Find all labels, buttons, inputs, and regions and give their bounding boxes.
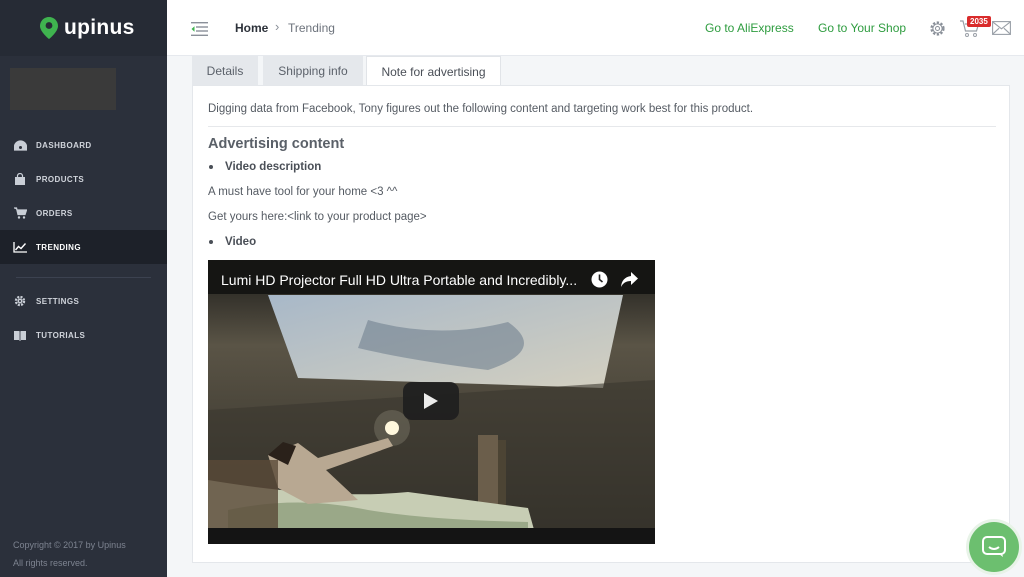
intro-text: Digging data from Facebook, Tony figures… (208, 103, 754, 115)
sidebar-item-orders[interactable]: ORDERS (0, 196, 167, 230)
location-pin-icon (40, 17, 58, 39)
sidebar: upinus DASHBOARD PRODUCTS ORDERS TRENDIN… (0, 0, 167, 577)
sidebar-item-label: TUTORIALS (36, 330, 86, 340)
mail-icon[interactable] (992, 21, 1011, 35)
tab-shipping-info[interactable]: Shipping info (263, 56, 363, 85)
description-line: Get yours here:<link to your product pag… (208, 211, 427, 223)
sidebar-item-label: PRODUCTS (36, 174, 85, 184)
clock-icon[interactable] (591, 271, 608, 288)
sidebar-nav: DASHBOARD PRODUCTS ORDERS TRENDING SETTI… (0, 128, 167, 352)
tab-note-for-advertising[interactable]: Note for advertising (366, 56, 501, 86)
settings-gear-icon[interactable] (929, 20, 946, 37)
go-to-aliexpress-link[interactable]: Go to AliExpress (705, 21, 794, 35)
share-icon[interactable] (621, 272, 638, 287)
breadcrumb-home[interactable]: Home (235, 21, 268, 35)
sidebar-item-label: SETTINGS (36, 296, 80, 306)
go-to-shop-link[interactable]: Go to Your Shop (818, 21, 906, 35)
sidebar-item-label: TRENDING (36, 242, 81, 252)
brand-name: upinus (64, 16, 135, 39)
bullet-label: Video (225, 236, 257, 248)
top-bar: Home › Trending Go to AliExpress Go to Y… (167, 0, 1024, 56)
tab-label: Shipping info (278, 63, 348, 78)
gear-icon (13, 295, 27, 307)
advertising-note-panel: Digging data from Facebook, Tony figures… (192, 85, 1010, 563)
tab-label: Details (206, 63, 244, 78)
description-line: A must have tool for your home <3 ^^ (208, 186, 398, 198)
sidebar-divider (16, 277, 151, 278)
bullet-label: Video description (225, 161, 322, 173)
dashboard-icon (13, 139, 27, 151)
rights-line: All rights reserved. (13, 558, 88, 568)
video-title[interactable]: Lumi HD Projector Full HD Ultra Portable… (221, 272, 577, 288)
play-button[interactable] (403, 382, 459, 420)
copyright-line: Copyright © 2017 by Upinus (13, 540, 126, 550)
menu-toggle-icon[interactable] (191, 22, 208, 36)
play-icon (424, 393, 438, 409)
list-item: Video (208, 236, 256, 248)
tab-details[interactable]: Details (192, 56, 258, 85)
content-divider (208, 126, 996, 127)
chat-icon (982, 536, 1006, 557)
sidebar-item-trending[interactable]: TRENDING (0, 230, 167, 264)
bullet-dot (209, 165, 213, 169)
list-item: Video description (208, 161, 321, 173)
copyright: Copyright © 2017 by Upinus All rights re… (13, 536, 126, 572)
chat-button[interactable] (969, 522, 1019, 572)
sidebar-item-label: DASHBOARD (36, 140, 92, 150)
sidebar-item-products[interactable]: PRODUCTS (0, 162, 167, 196)
bullet-dot (209, 240, 213, 244)
breadcrumb-separator: › (275, 19, 280, 34)
cart-count-badge: 2035 (967, 16, 991, 27)
bag-icon (13, 173, 27, 185)
brand-logo[interactable]: upinus (0, 0, 167, 56)
cart-icon (13, 207, 27, 219)
tab-label: Note for advertising (381, 64, 486, 79)
sidebar-item-settings[interactable]: SETTINGS (0, 284, 167, 318)
sidebar-item-label: ORDERS (36, 208, 73, 218)
book-icon (13, 329, 27, 341)
sidebar-item-dashboard[interactable]: DASHBOARD (0, 128, 167, 162)
section-title: Advertising content (208, 136, 345, 152)
sidebar-item-tutorials[interactable]: TUTORIALS (0, 318, 167, 352)
video-player[interactable]: Lumi HD Projector Full HD Ultra Portable… (208, 260, 655, 544)
breadcrumb-current: Trending (288, 21, 335, 35)
trend-chart-icon (13, 241, 27, 253)
shop-thumbnail[interactable] (10, 68, 116, 110)
